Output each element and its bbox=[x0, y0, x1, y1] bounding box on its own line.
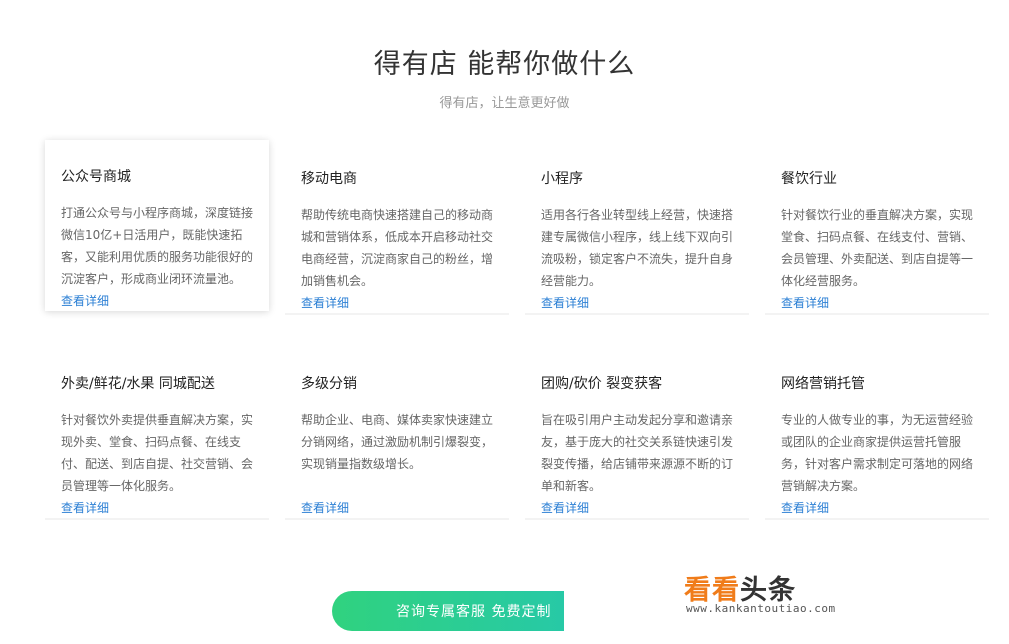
card-description: 适用各行各业转型线上经营，快速搭建专属微信小程序，线上线下双向引流吸粉，锁定客户… bbox=[541, 208, 733, 288]
card-title: 外卖/鲜花/水果 同城配送 bbox=[61, 376, 215, 392]
feature-card-marketing-management[interactable]: 网络营销托管 专业的人做专业的事，为无运营经验或团队的企业商家提供运营托管服务，… bbox=[765, 347, 989, 520]
watermark-url: www.kankantoutiao.com bbox=[686, 602, 836, 615]
card-title: 公众号商城 bbox=[61, 169, 131, 185]
view-details-link[interactable]: 查看详细 bbox=[541, 294, 589, 311]
card-description: 专业的人做专业的事，为无运营经验或团队的企业商家提供运营托管服务，针对客户需求制… bbox=[781, 413, 973, 493]
card-title: 移动电商 bbox=[301, 171, 357, 187]
feature-card-catering[interactable]: 餐饮行业 针对餐饮行业的垂直解决方案，实现堂食、扫码点餐、在线支付、营销、会员管… bbox=[765, 142, 989, 315]
view-details-link[interactable]: 查看详细 bbox=[541, 499, 589, 516]
feature-card-mini-program[interactable]: 小程序 适用各行各业转型线上经营，快速搭建专属微信小程序，线上线下双向引流吸粉，… bbox=[525, 142, 749, 315]
view-details-link[interactable]: 查看详细 bbox=[301, 294, 349, 311]
card-description: 帮助企业、电商、媒体卖家快速建立分销网络，通过激励机制引爆裂变，实现销量指数级增… bbox=[301, 413, 493, 471]
watermark-logo: 看看头条 www.kankantoutiao.com bbox=[684, 568, 884, 618]
view-details-link[interactable]: 查看详细 bbox=[781, 294, 829, 311]
card-description: 旨在吸引用户主动发起分享和邀请亲友，基于庞大的社交关系链快速引发裂变传播，给店铺… bbox=[541, 413, 733, 493]
view-details-link[interactable]: 查看详细 bbox=[61, 292, 109, 309]
card-description: 针对餐饮外卖提供垂直解决方案，实现外卖、堂食、扫码点餐、在线支付、配送、到店自提… bbox=[61, 413, 253, 493]
card-title: 团购/砍价 裂变获客 bbox=[541, 376, 663, 392]
page-subtitle: 得有店，让生意更好做 bbox=[439, 96, 570, 111]
view-details-link[interactable]: 查看详细 bbox=[61, 499, 109, 516]
card-description: 针对餐饮行业的垂直解决方案，实现堂食、扫码点餐、在线支付、营销、会员管理、外卖配… bbox=[781, 208, 973, 288]
consult-service-label: 咨询专属客服 免费定制 bbox=[396, 604, 552, 620]
feature-card-mobile-ecommerce[interactable]: 移动电商 帮助传统电商快速搭建自己的移动商城和营销体系，低成本开启移动社交电商经… bbox=[285, 142, 509, 315]
card-title: 多级分销 bbox=[301, 376, 357, 392]
feature-card-official-account-mall[interactable]: 公众号商城 打通公众号与小程序商城，深度链接微信10亿+日活用户，既能快速拓客，… bbox=[45, 140, 269, 311]
feature-card-local-delivery[interactable]: 外卖/鲜花/水果 同城配送 针对餐饮外卖提供垂直解决方案，实现外卖、堂食、扫码点… bbox=[45, 347, 269, 520]
card-title: 网络营销托管 bbox=[781, 376, 865, 392]
feature-card-multi-level-distribution[interactable]: 多级分销 帮助企业、电商、媒体卖家快速建立分销网络，通过激励机制引爆裂变，实现销… bbox=[285, 347, 509, 520]
card-description: 帮助传统电商快速搭建自己的移动商城和营销体系，低成本开启移动社交电商经营，沉淀商… bbox=[301, 208, 493, 288]
card-title: 小程序 bbox=[541, 171, 583, 187]
consult-service-button[interactable]: 咨询专属客服 免费定制 bbox=[332, 591, 564, 631]
view-details-link[interactable]: 查看详细 bbox=[301, 499, 349, 516]
feature-card-group-buy[interactable]: 团购/砍价 裂变获客 旨在吸引用户主动发起分享和邀请亲友，基于庞大的社交关系链快… bbox=[525, 347, 749, 520]
card-description: 打通公众号与小程序商城，深度链接微信10亿+日活用户，既能快速拓客，又能利用优质… bbox=[61, 206, 253, 286]
page-title: 得有店 能帮你做什么 bbox=[373, 49, 636, 80]
card-title: 餐饮行业 bbox=[781, 171, 837, 187]
view-details-link[interactable]: 查看详细 bbox=[781, 499, 829, 516]
